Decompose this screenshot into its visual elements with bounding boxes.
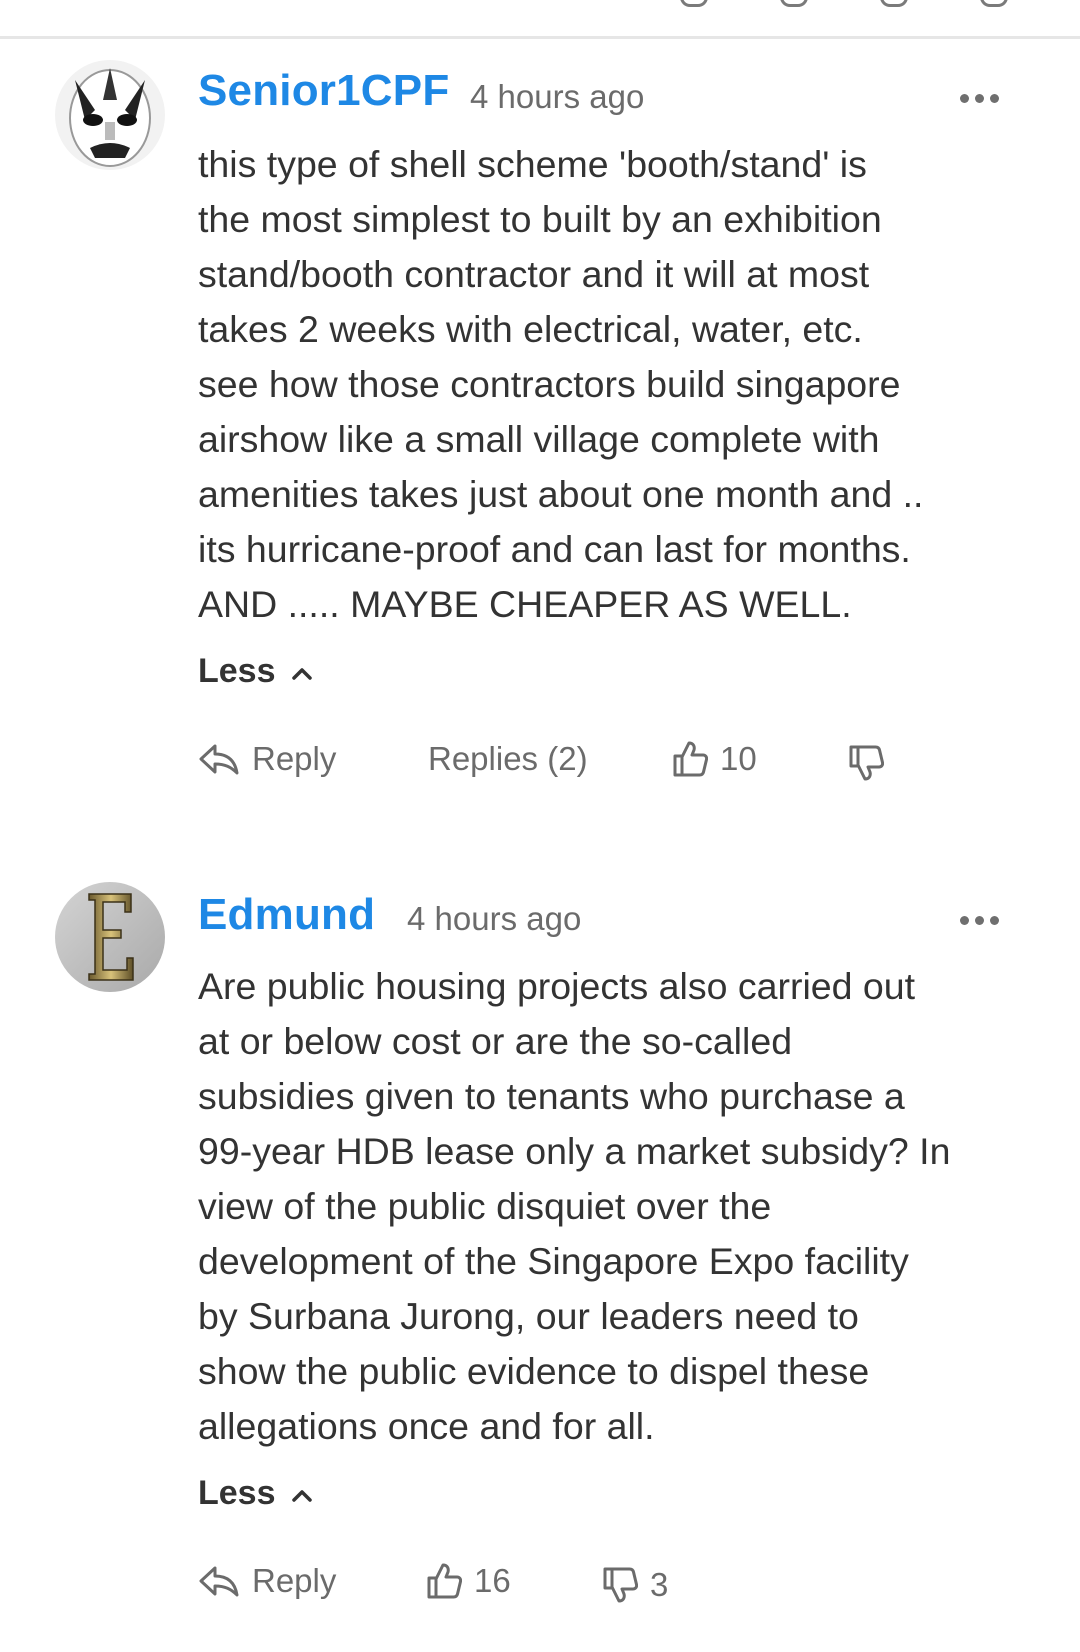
top-divider — [0, 36, 1080, 39]
less-label: Less — [198, 1474, 276, 1512]
comment-body-line: see how those contractors build singapor… — [198, 363, 901, 405]
upvote-count: 10 — [720, 740, 757, 777]
comment-body-line: by Surbana Jurong, our leaders need to — [198, 1295, 859, 1337]
comment-body-line: takes 2 weeks with electrical, water, et… — [198, 308, 863, 350]
comment-body: Are public housing projects also carried… — [198, 959, 1018, 1454]
more-dots-icon[interactable] — [960, 94, 1008, 106]
thumbs-up-icon — [427, 1563, 462, 1599]
comment-body-line: allegations once and for all. — [198, 1405, 655, 1447]
thumbs-down-icon — [849, 745, 884, 781]
top-toolbar-partial — [640, 0, 1020, 7]
avatar[interactable] — [55, 60, 165, 170]
comment-body: this type of shell scheme 'booth/stand' … — [198, 137, 1018, 632]
comment-body-line: this type of shell scheme 'booth/stand' … — [198, 143, 867, 185]
reply-arrow-icon — [199, 744, 239, 775]
thumbs-down-icon — [603, 1567, 638, 1603]
comment-body-line: stand/booth contractor and it will at mo… — [198, 253, 870, 295]
upvote-button[interactable]: 16 — [426, 1562, 511, 1600]
downvote-button[interactable]: 3 — [602, 1566, 668, 1604]
downvote-button[interactable] — [848, 744, 896, 782]
comment-timestamp: 4 hours ago — [407, 900, 582, 937]
upvote-count: 16 — [474, 1562, 511, 1599]
replies-label: Replies (2) — [428, 740, 588, 777]
comment-body-line: its hurricane-proof and can last for mon… — [198, 528, 911, 570]
comment-body-line: view of the public disquiet over the — [198, 1185, 772, 1227]
comment-author[interactable]: Senior1CPF — [198, 66, 449, 116]
reply-button[interactable]: Reply — [198, 1562, 336, 1600]
comment-timestamp: 4 hours ago — [470, 78, 645, 115]
view-replies-button[interactable]: Replies (2) — [428, 740, 588, 778]
less-label: Less — [198, 652, 276, 690]
comment-body-line: airshow like a small village complete wi… — [198, 418, 880, 460]
comment-body-line: development of the Singapore Expo facili… — [198, 1240, 909, 1282]
comment-body-line: amenities takes just about one month and… — [198, 473, 924, 515]
more-dots-icon[interactable] — [960, 916, 1008, 928]
comment-author[interactable]: Edmund — [198, 890, 375, 940]
masked-face-avatar-icon — [55, 60, 165, 170]
reply-label: Reply — [252, 740, 337, 777]
comment-body-line: the most simplest to built by an exhibit… — [198, 198, 882, 240]
reply-button[interactable]: Reply — [198, 740, 336, 778]
reply-label: Reply — [252, 1562, 337, 1599]
avatar[interactable] — [55, 882, 165, 992]
downvote-count: 3 — [650, 1566, 669, 1603]
comment-body-line: Are public housing projects also carried… — [198, 965, 916, 1007]
thumbs-up-icon — [673, 741, 708, 777]
chevron-up-icon — [292, 668, 312, 680]
comment-body-line: 99-year HDB lease only a market subsidy?… — [198, 1130, 951, 1172]
upvote-button[interactable]: 10 — [672, 740, 757, 778]
less-toggle-button[interactable]: Less — [198, 652, 313, 691]
comment-body-line: at or below cost or are the so-called — [198, 1020, 793, 1062]
less-toggle-button[interactable]: Less — [198, 1474, 313, 1513]
reply-arrow-icon — [199, 1566, 239, 1597]
chevron-up-icon — [292, 1490, 312, 1502]
letter-e-avatar-icon — [55, 882, 165, 992]
comment-body-line: AND ..... MAYBE CHEAPER AS WELL. — [198, 583, 852, 625]
comment-body-line: subsidies given to tenants who purchase … — [198, 1075, 905, 1117]
comment-body-line: show the public evidence to dispel these — [198, 1350, 870, 1392]
